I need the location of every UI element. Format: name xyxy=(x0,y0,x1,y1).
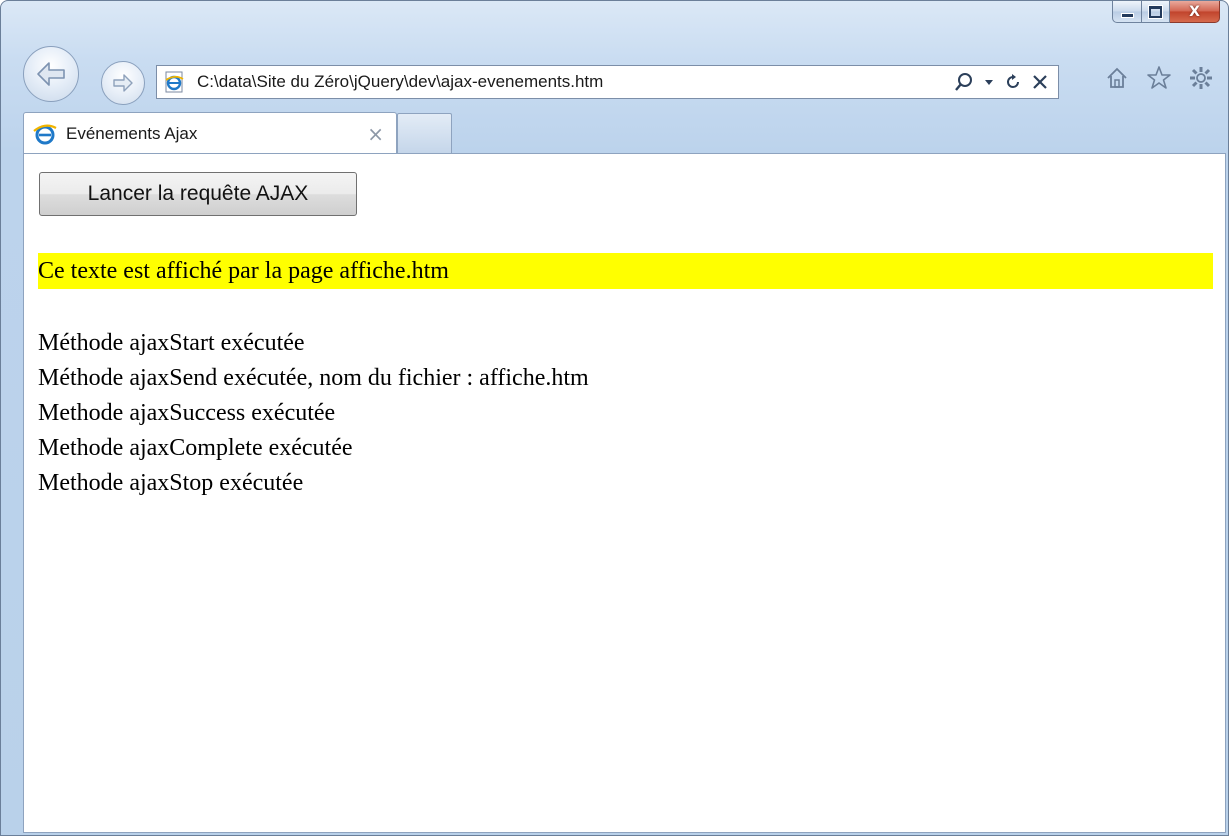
settings-gear-icon[interactable] xyxy=(1188,65,1214,91)
maximize-icon xyxy=(1148,4,1163,19)
caption-buttons: X xyxy=(1112,1,1220,23)
ie-page-icon xyxy=(163,70,187,94)
refresh-icon[interactable] xyxy=(1004,73,1022,91)
navigation-bar: C:\data\Site du Zéro\jQuery\dev\ajax-eve… xyxy=(1,41,1228,107)
close-window-button[interactable]: X xyxy=(1170,1,1220,23)
forward-arrow-icon xyxy=(113,74,133,92)
page-viewport: Lancer la requête AJAX Ce texte est affi… xyxy=(23,153,1226,833)
forward-button[interactable] xyxy=(101,61,145,105)
event-log: Méthode ajaxStart exécutée Méthode ajaxS… xyxy=(38,326,589,501)
address-bar[interactable]: C:\data\Site du Zéro\jQuery\dev\ajax-eve… xyxy=(156,65,1059,99)
back-button[interactable] xyxy=(23,46,79,102)
address-tools xyxy=(954,72,1048,92)
dropdown-icon[interactable] xyxy=(984,77,994,87)
minimize-button[interactable] xyxy=(1112,1,1142,23)
log-line: Methode ajaxComplete exécutée xyxy=(38,435,353,461)
browser-window: X C:\data\Site du Zéro\jQuery\dev\ajax-e… xyxy=(0,0,1229,836)
tab-close-icon[interactable]: × xyxy=(367,122,384,146)
log-line: Méthode ajaxStart exécutée xyxy=(38,330,305,356)
maximize-button[interactable] xyxy=(1142,1,1170,23)
log-line: Methode ajaxSuccess exécutée xyxy=(38,400,336,426)
tab-evenements-ajax[interactable]: Evénements Ajax × xyxy=(23,112,397,154)
ie-logo-icon xyxy=(32,121,58,147)
back-arrow-icon xyxy=(37,62,65,86)
launch-ajax-button[interactable]: Lancer la requête AJAX xyxy=(39,172,357,216)
home-icon[interactable] xyxy=(1104,65,1130,91)
favorites-star-icon[interactable] xyxy=(1146,65,1172,91)
log-line: Methode ajaxStop exécutée xyxy=(38,470,304,496)
loaded-content: Ce texte est affiché par la page affiche… xyxy=(38,253,1213,289)
search-icon[interactable] xyxy=(954,72,974,92)
address-url[interactable]: C:\data\Site du Zéro\jQuery\dev\ajax-eve… xyxy=(197,72,954,92)
close-icon: X xyxy=(1189,3,1200,20)
minimize-icon xyxy=(1120,12,1134,18)
browser-tools xyxy=(1104,65,1214,91)
new-tab-button[interactable] xyxy=(397,113,452,153)
stop-icon[interactable] xyxy=(1032,74,1048,90)
tab-title: Evénements Ajax xyxy=(66,123,198,143)
log-line: Méthode ajaxSend exécutée, nom du fichie… xyxy=(38,365,589,391)
